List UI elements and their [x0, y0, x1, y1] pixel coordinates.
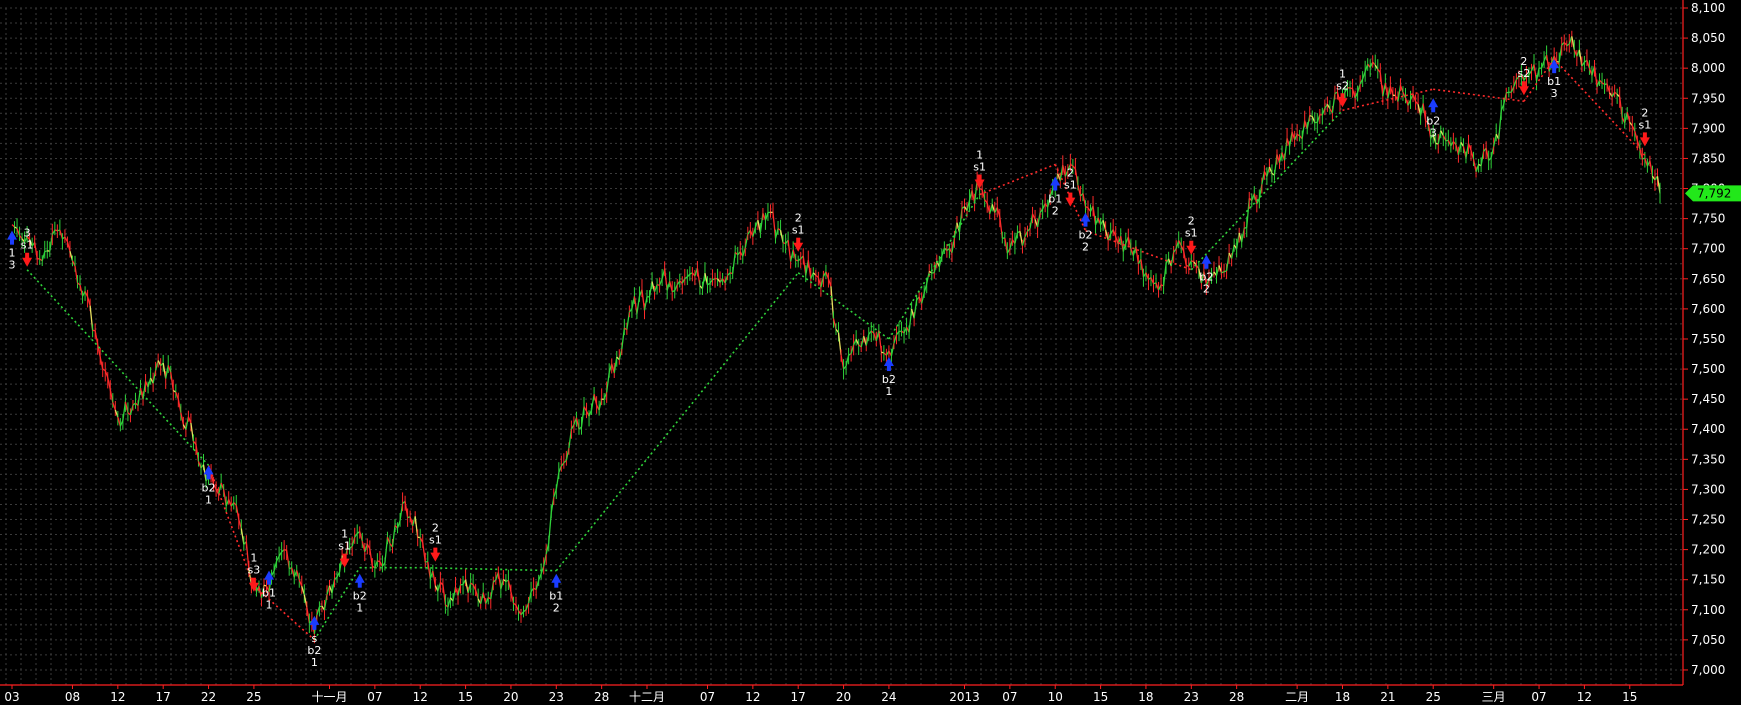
y-tick-label: 7,600 [1691, 302, 1725, 316]
signal-label: 3 [9, 259, 16, 272]
signal-label: 2 [1082, 241, 1089, 254]
y-tick-label: 8,050 [1691, 31, 1725, 45]
y-tick-label: 7,250 [1691, 513, 1725, 527]
x-tick-label: 15 [1622, 690, 1637, 704]
signal-label: s3 [248, 564, 261, 577]
buy-arrow-stem [206, 473, 211, 480]
x-tick-label: 25 [246, 690, 261, 704]
buy-arrow-stem [1083, 220, 1088, 227]
y-tick-label: 7,300 [1691, 482, 1725, 496]
y-tick-label: 8,100 [1691, 1, 1725, 15]
buy-arrow-stem [1204, 262, 1209, 269]
signal-label: s1 [429, 534, 442, 547]
buy-arrow-stem [267, 578, 272, 585]
signal-label: 1 [311, 656, 318, 669]
signal-label: s1 [1064, 179, 1077, 192]
buy-arrow-stem [312, 623, 317, 630]
signal-label: s1 [1639, 118, 1652, 131]
y-tick-label: 7,550 [1691, 332, 1725, 346]
signal-label: 3 [1551, 87, 1558, 100]
y-tick-label: 7,500 [1691, 362, 1725, 376]
x-tick-label: 22 [201, 690, 216, 704]
x-tick-label: 12 [1577, 690, 1592, 704]
signal-label: 1 [266, 599, 273, 612]
price-chart: 133s1b211s3b11sb211s1b212s1b122s1b211s1b… [0, 0, 1741, 705]
y-tick-label: 8,000 [1691, 61, 1725, 75]
y-tick-label: 7,650 [1691, 272, 1725, 286]
x-tick-label: 12 [110, 690, 125, 704]
x-tick-label: 17 [791, 690, 806, 704]
signal-label: s1 [792, 224, 805, 237]
y-tick-label: 7,850 [1691, 151, 1725, 165]
signal-label: 2 [1052, 205, 1059, 218]
x-tick-label: 12 [413, 690, 428, 704]
signal-label: 2 [553, 602, 560, 615]
x-tick-label: 十一月 [311, 690, 347, 704]
y-tick-label: 7,950 [1691, 91, 1725, 105]
x-tick-label: 23 [1184, 690, 1199, 704]
signal-label: s2 [1518, 67, 1531, 80]
y-tick-label: 7,750 [1691, 212, 1725, 226]
y-tick-label: 7,900 [1691, 121, 1725, 135]
x-tick-label: 15 [458, 690, 473, 704]
x-tick-label: 三月 [1482, 690, 1506, 704]
signal-label: 1 [356, 602, 363, 615]
buy-arrow-stem [886, 365, 891, 372]
x-tick-label: 23 [549, 690, 564, 704]
signal-label: s1 [1185, 227, 1198, 240]
buy-arrow-stem [10, 238, 14, 245]
x-tick-label: 15 [1093, 690, 1108, 704]
x-tick-label: 12 [745, 690, 760, 704]
x-tick-label: 20 [836, 690, 851, 704]
x-tick-label: 十二月 [629, 690, 665, 704]
y-tick-label: 7,000 [1691, 663, 1725, 677]
y-tick-label: 7,100 [1691, 603, 1725, 617]
signal-label: s1 [338, 540, 351, 553]
x-tick-label: 08 [65, 690, 80, 704]
signal-label: s2 [1336, 79, 1349, 92]
x-tick-label: 28 [1229, 690, 1244, 704]
y-tick-label: 7,200 [1691, 543, 1725, 557]
y-tick-label: 7,350 [1691, 452, 1725, 466]
x-tick-label: 2013 [949, 690, 980, 704]
x-tick-label: 17 [156, 690, 171, 704]
x-tick-label: 25 [1426, 690, 1441, 704]
y-tick-label: 7,450 [1691, 392, 1725, 406]
y-tick-label: 7,150 [1691, 573, 1725, 587]
last-price-label: 7,792 [1697, 186, 1731, 200]
x-tick-label: 07 [367, 690, 382, 704]
y-tick-label: 7,400 [1691, 422, 1725, 436]
buy-arrow-stem [1552, 67, 1557, 74]
signal-label: 1 [885, 385, 892, 398]
x-tick-label: 10 [1048, 690, 1063, 704]
y-tick-label: 7,700 [1691, 242, 1725, 256]
signal-label: 2 [1203, 283, 1210, 296]
x-tick-label: 二月 [1285, 690, 1309, 704]
signal-label: 3 [1430, 126, 1437, 139]
x-tick-label: 18 [1138, 690, 1153, 704]
y-tick-label: 7,050 [1691, 633, 1725, 647]
signal-label: 1 [205, 493, 212, 506]
x-tick-label: 18 [1335, 690, 1350, 704]
x-tick-label: 07 [1002, 690, 1017, 704]
x-tick-label: 28 [594, 690, 609, 704]
x-tick-label: 07 [1531, 690, 1546, 704]
signal-label: s1 [973, 161, 986, 174]
x-tick-label: 07 [700, 690, 715, 704]
buy-arrow-stem [554, 581, 559, 588]
buy-arrow-stem [357, 581, 362, 588]
signal-label: s1 [21, 239, 34, 252]
x-tick-label: 21 [1380, 690, 1395, 704]
x-tick-label: 03 [4, 690, 19, 704]
y-axis-labels: 8,1008,0508,0007,9507,9007,8507,8007,750… [1691, 1, 1725, 677]
buy-arrow-stem [1431, 106, 1436, 113]
last-price-marker: 7,792 [1685, 185, 1741, 202]
x-tick-label: 24 [881, 690, 896, 704]
buy-arrow-stem [1053, 184, 1058, 191]
x-tick-label: 20 [503, 690, 518, 704]
